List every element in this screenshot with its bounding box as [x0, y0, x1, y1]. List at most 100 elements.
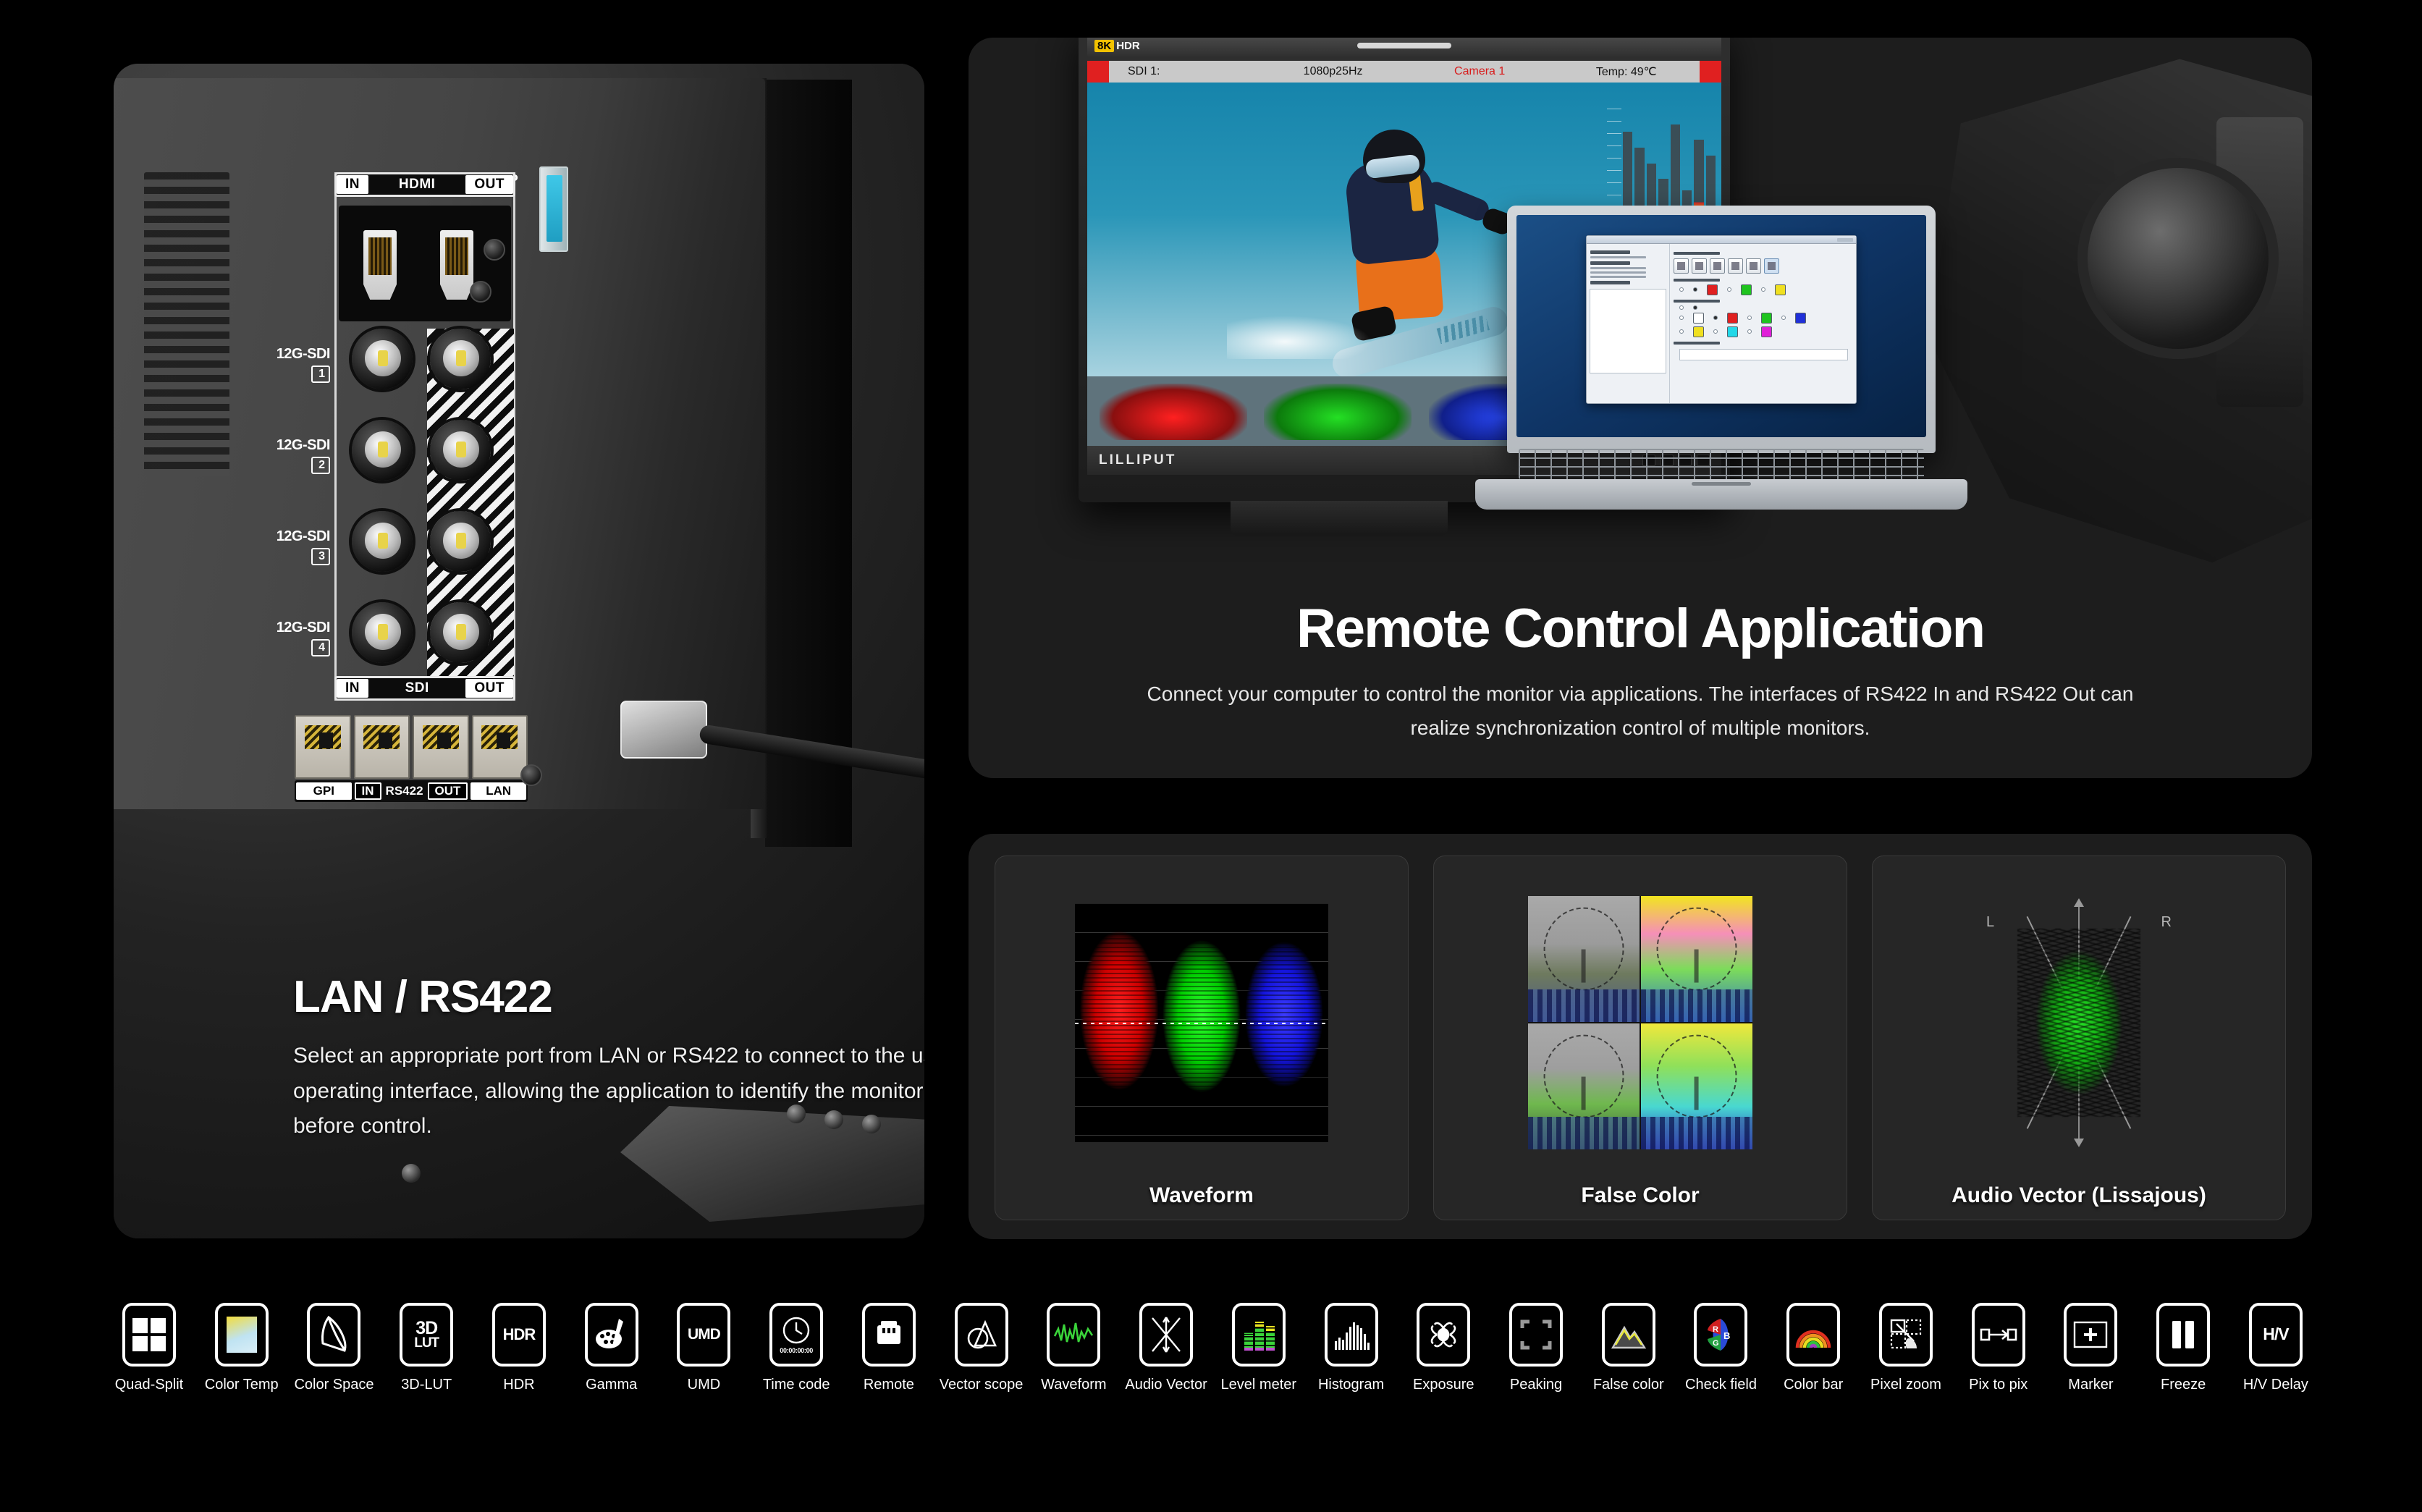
feature-gamma[interactable]: Gamma — [571, 1303, 652, 1393]
umd-white-radio[interactable] — [1679, 316, 1684, 321]
umd-green-radio[interactable] — [1747, 316, 1752, 321]
false-color-preview — [1434, 872, 1847, 1173]
feature-quad-split[interactable]: Quad-Split — [109, 1303, 190, 1393]
feature-color-bar[interactable]: Color bar — [1773, 1303, 1854, 1393]
transfer-tool-icon[interactable] — [1728, 258, 1744, 274]
feature-vector-scope[interactable]: Vector scope — [940, 1303, 1023, 1393]
umd-cyan-radio[interactable] — [1713, 329, 1718, 334]
color-temp-icon — [214, 1303, 269, 1367]
cityscape — [1528, 1116, 1640, 1149]
lissajous-left-label: L — [1986, 914, 1995, 931]
lan-rs422-text-block: LAN / RS422 Select an appropriate port f… — [293, 971, 924, 1144]
umd-heading — [1674, 299, 1721, 303]
audio-vector-icon — [1139, 1303, 1194, 1367]
umd-switch-row — [1679, 305, 1852, 310]
tally-light-right — [1700, 61, 1721, 83]
marker-tool-icon[interactable] — [1692, 258, 1708, 274]
gpi-label: GPI — [296, 782, 352, 800]
sdi-number-3: 3 — [311, 548, 330, 565]
waveform-icon — [1047, 1303, 1101, 1367]
waveform-midline — [1075, 1023, 1328, 1024]
hdmi-port-well — [339, 206, 511, 321]
sdi-in-connector — [352, 511, 413, 572]
tally-yellow-radio[interactable] — [1761, 287, 1766, 292]
scope-card-row: Waveform False Color L R Audio Vector (L… — [995, 856, 2286, 1220]
peaking-icon — [1509, 1303, 1564, 1367]
feature-label: Histogram — [1317, 1377, 1385, 1393]
feature-marker[interactable]: Marker — [2050, 1303, 2131, 1393]
feature-histogram[interactable]: Histogram — [1311, 1303, 1392, 1393]
sdi-type-4: 12G-SDI — [276, 620, 331, 635]
remote-terminal-window[interactable] — [1586, 235, 1857, 404]
window-body — [1587, 243, 1856, 403]
quad-split-tool-icon[interactable] — [1710, 258, 1726, 274]
tally-red-swatch[interactable] — [1707, 284, 1718, 295]
feature-pixel-zoom[interactable]: Pixel zoom — [1865, 1303, 1946, 1393]
umd-text-input[interactable] — [1679, 348, 1848, 360]
device-list-box[interactable] — [1590, 288, 1667, 374]
feature-color-temp[interactable]: Color Temp — [201, 1303, 282, 1393]
feature-label: Freeze — [2161, 1377, 2206, 1393]
feature-hv-delay[interactable]: H/V H/V Delay — [2235, 1303, 2316, 1393]
umd-on-radio[interactable] — [1693, 305, 1698, 310]
feature-3d-lut[interactable]: 3D LUT 3D-LUT — [386, 1303, 467, 1393]
hdmi-out-port — [440, 230, 473, 300]
feature-pix-to-pix[interactable]: Pix to pix — [1958, 1303, 2039, 1393]
umd-yellow-radio[interactable] — [1679, 329, 1684, 334]
osd-temperature: Temp: 49℃ — [1595, 66, 1657, 78]
umd-yellow-swatch[interactable] — [1693, 326, 1705, 337]
lissajous-arrow-up — [2074, 898, 2084, 907]
feature-audio-vector[interactable]: Audio Vector — [1125, 1303, 1207, 1393]
window-title-bar[interactable] — [1587, 235, 1856, 244]
time-code-icon: 00:00:00:00 — [769, 1303, 824, 1367]
tally-green-swatch[interactable] — [1741, 284, 1752, 295]
feature-waveform[interactable]: Waveform — [1033, 1303, 1114, 1393]
umd-off-radio[interactable] — [1679, 305, 1684, 310]
product-feature-page: SFP IN HDMI OUT 12G-SDI 1 — [0, 0, 2422, 1512]
feature-umd[interactable]: UMD UMD — [663, 1303, 744, 1393]
laptop-keyboard[interactable] — [1519, 449, 1924, 479]
feature-peaking[interactable]: Peaking — [1495, 1303, 1577, 1393]
hdmi-out-label: OUT — [465, 175, 513, 194]
umd-blue-swatch[interactable] — [1795, 312, 1807, 324]
tally-off-radio[interactable] — [1679, 287, 1684, 292]
umd-white-swatch[interactable] — [1693, 312, 1705, 324]
feature-check-field[interactable]: R G B Check field — [1680, 1303, 1761, 1393]
umd-green-swatch[interactable] — [1761, 312, 1773, 324]
tally-yellow-swatch[interactable] — [1775, 284, 1786, 295]
lan-rs422-panel: SFP IN HDMI OUT 12G-SDI 1 — [114, 64, 924, 1238]
svg-text:R: R — [1713, 1325, 1718, 1334]
umd-red-radio[interactable] — [1713, 316, 1718, 321]
tally-green-radio[interactable] — [1727, 287, 1732, 292]
feature-remote[interactable]: Remote — [848, 1303, 929, 1393]
feature-time-code[interactable]: 00:00:00:00 Time code — [756, 1303, 837, 1393]
umd-magenta-swatch[interactable] — [1761, 326, 1773, 337]
umd-tool-icon[interactable] — [1764, 258, 1780, 274]
sdi-out-connector — [430, 602, 491, 663]
umd-magenta-radio[interactable] — [1747, 329, 1752, 334]
tally-red-radio[interactable] — [1693, 287, 1698, 292]
rj45-port-group — [295, 715, 528, 779]
cityscape — [1641, 989, 1752, 1022]
monitor-rear-shadow — [765, 80, 852, 847]
feature-level-meter[interactable]: Level meter — [1218, 1303, 1299, 1393]
audio-tool-icon[interactable] — [1746, 258, 1762, 274]
waveform-green-overlay — [1258, 381, 1419, 443]
umd-blue-radio[interactable] — [1781, 316, 1786, 321]
color-space-icon — [307, 1303, 361, 1367]
picture-tool-icon[interactable] — [1674, 258, 1689, 274]
color-bar-icon — [1786, 1303, 1841, 1367]
feature-color-space[interactable]: Color Space — [293, 1303, 374, 1393]
umd-red-swatch[interactable] — [1727, 312, 1739, 324]
feature-hdr[interactable]: HDR HDR — [478, 1303, 560, 1393]
rs422-in-label: IN — [354, 782, 381, 800]
feature-exposure[interactable]: Exposure — [1403, 1303, 1484, 1393]
feature-freeze[interactable]: Freeze — [2143, 1303, 2224, 1393]
umd-cyan-swatch[interactable] — [1727, 326, 1739, 337]
false-color-quadrant-4 — [1641, 1023, 1752, 1149]
laptop-lid — [1507, 206, 1936, 453]
feature-label: Level meter — [1220, 1377, 1297, 1393]
sdi-out-connector — [430, 511, 491, 572]
lan-port — [471, 715, 528, 779]
feature-false-color[interactable]: False color — [1588, 1303, 1669, 1393]
